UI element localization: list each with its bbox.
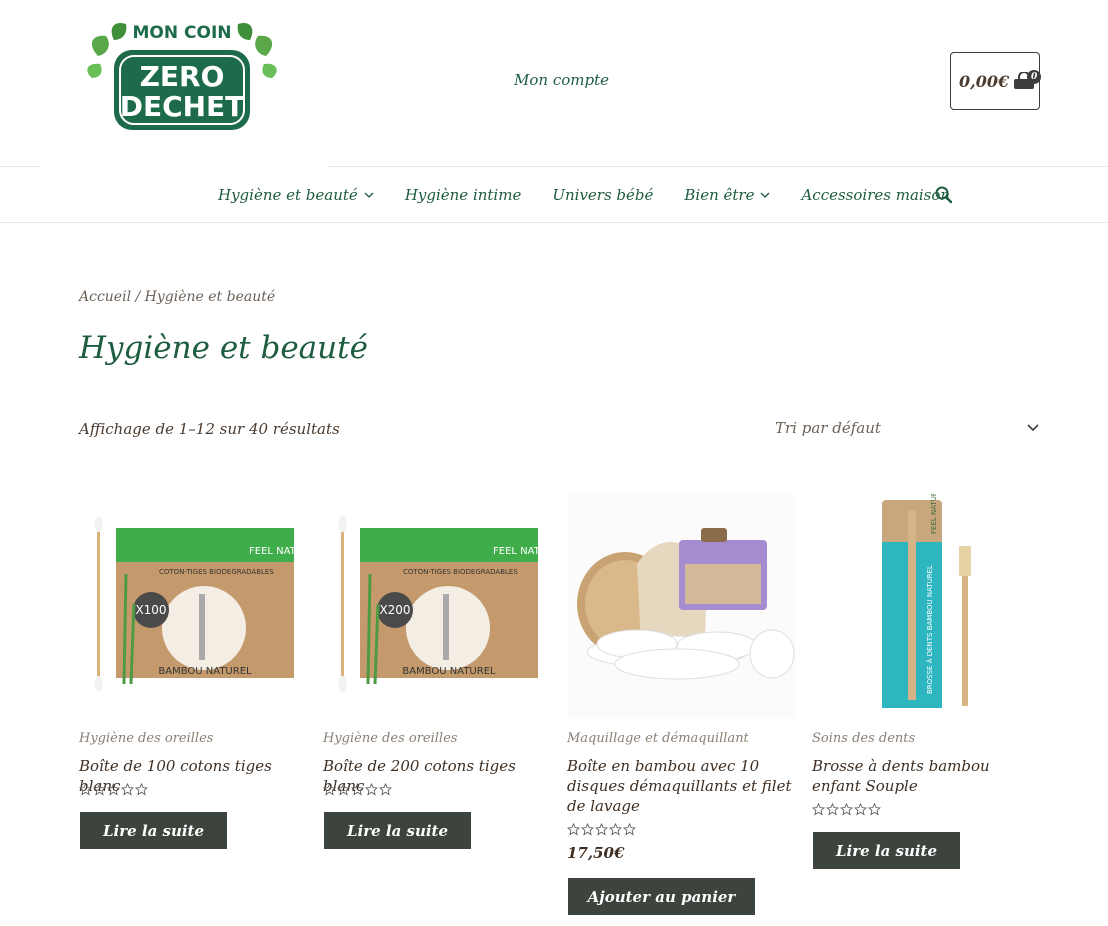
star-icon — [840, 803, 853, 816]
nav-item-bien-etre[interactable]: Bien être — [684, 186, 770, 204]
product-image[interactable]: FEEL NATURAL COTON-TIGES BIODEGRADABLES … — [79, 494, 308, 718]
read-more-button[interactable]: Lire la suite — [813, 832, 960, 869]
read-more-button[interactable]: Lire la suite — [324, 812, 471, 849]
main-navigation: Hygiène et beauté Hygiène intime Univers… — [0, 166, 1108, 223]
product-category[interactable]: Soins des dents — [812, 731, 915, 746]
shopping-bag-icon: 0 — [1013, 70, 1042, 90]
product-card: FEEL NATURAL COTON-TIGES BIODEGRADABLES … — [323, 494, 552, 849]
svg-text:BAMBOU NATUREL: BAMBOU NATUREL — [402, 666, 496, 677]
svg-text:COTON-TIGES BIODEGRADABLES: COTON-TIGES BIODEGRADABLES — [403, 568, 518, 576]
cart-total: 0,00€ — [959, 71, 1010, 91]
svg-text:FEEL NATURAL: FEEL NATURAL — [249, 546, 308, 557]
product-card: FEEL NATURAL COTON-TIGES BIODEGRADABLES … — [79, 494, 308, 849]
my-account-link[interactable]: Mon compte — [514, 71, 609, 89]
star-rating — [323, 783, 392, 796]
star-icon — [595, 823, 608, 836]
nav-item-hygiene-beaute[interactable]: Hygiène et beauté — [218, 186, 374, 204]
star-rating — [79, 783, 148, 796]
svg-text:COTON-TIGES BIODEGRADABLES: COTON-TIGES BIODEGRADABLES — [159, 568, 274, 576]
svg-text:ZERO: ZERO — [140, 60, 225, 93]
star-icon — [135, 783, 148, 796]
star-icon — [337, 783, 350, 796]
star-icon — [121, 783, 134, 796]
star-icon — [93, 783, 106, 796]
star-icon — [623, 823, 636, 836]
cart-count-badge: 0 — [1027, 70, 1042, 84]
chevron-down-icon — [761, 192, 770, 198]
star-icon — [567, 823, 580, 836]
star-icon — [826, 803, 839, 816]
svg-text:X100: X100 — [135, 603, 166, 617]
product-image[interactable] — [567, 494, 796, 718]
read-more-button[interactable]: Lire la suite — [80, 812, 227, 849]
svg-text:BAMBOU NATUREL: BAMBOU NATUREL — [158, 666, 252, 677]
product-title[interactable]: Brosse à dents bambou enfant Souple — [812, 756, 1041, 796]
svg-text:FEEL NATURAL: FEEL NATURAL — [930, 494, 938, 534]
product-category[interactable]: Hygiène des oreilles — [79, 731, 213, 746]
star-icon — [351, 783, 364, 796]
star-icon — [379, 783, 392, 796]
product-image[interactable]: FEEL NATURAL BROSSE À DENTS BAMBOU NATUR… — [812, 494, 1041, 718]
svg-text:FEEL NATURAL: FEEL NATURAL — [493, 546, 552, 557]
svg-text:DECHET: DECHET — [120, 90, 245, 123]
product-category[interactable]: Maquillage et démaquillant — [567, 731, 749, 746]
site-logo[interactable]: MON COIN ZERO DECHET — [84, 16, 280, 138]
breadcrumb[interactable]: Accueil / Hygiène et beauté — [79, 289, 275, 305]
site-header: MON COIN ZERO DECHET Mon compte 0,00€ 0 — [0, 0, 1108, 166]
nav-item-hygiene-intime[interactable]: Hygiène intime — [405, 186, 522, 204]
star-icon — [323, 783, 336, 796]
product-title[interactable]: Boîte en bambou avec 10 disques démaquil… — [567, 756, 796, 816]
star-icon — [854, 803, 867, 816]
chevron-down-icon — [364, 192, 374, 198]
result-count: Affichage de 1–12 sur 40 résultats — [79, 420, 340, 438]
star-icon — [868, 803, 881, 816]
product-card: FEEL NATURAL BROSSE À DENTS BAMBOU NATUR… — [812, 494, 1041, 869]
star-icon — [365, 783, 378, 796]
star-icon — [581, 823, 594, 836]
product-image[interactable]: FEEL NATURAL COTON-TIGES BIODEGRADABLES … — [323, 494, 552, 718]
star-icon — [107, 783, 120, 796]
star-icon — [79, 783, 92, 796]
star-icon — [812, 803, 825, 816]
svg-text:MON COIN: MON COIN — [133, 23, 232, 43]
cart-button[interactable]: 0,00€ 0 — [950, 52, 1042, 110]
star-icon — [609, 823, 622, 836]
chevron-down-icon — [1027, 424, 1039, 432]
star-rating — [812, 803, 881, 816]
nav-item-accessoires-maison[interactable]: Accessoires maison — [801, 186, 950, 204]
product-card: Maquillage et démaquillant Boîte en bamb… — [567, 494, 796, 915]
product-category[interactable]: Hygiène des oreilles — [323, 731, 457, 746]
star-rating — [567, 823, 636, 836]
page-title: Hygiène et beauté — [79, 330, 368, 366]
product-price: 17,50€ — [567, 844, 625, 862]
sort-selected-value: Tri par défaut — [775, 419, 881, 437]
svg-text:X200: X200 — [379, 603, 410, 617]
svg-text:BROSSE À DENTS BAMBOU NATUREL: BROSSE À DENTS BAMBOU NATUREL — [925, 565, 934, 694]
nav-item-univers-bebe[interactable]: Univers bébé — [552, 186, 653, 204]
search-icon[interactable] — [934, 185, 954, 205]
add-to-cart-button[interactable]: Ajouter au panier — [568, 878, 755, 915]
sort-select[interactable]: Tri par défaut — [775, 416, 1040, 440]
